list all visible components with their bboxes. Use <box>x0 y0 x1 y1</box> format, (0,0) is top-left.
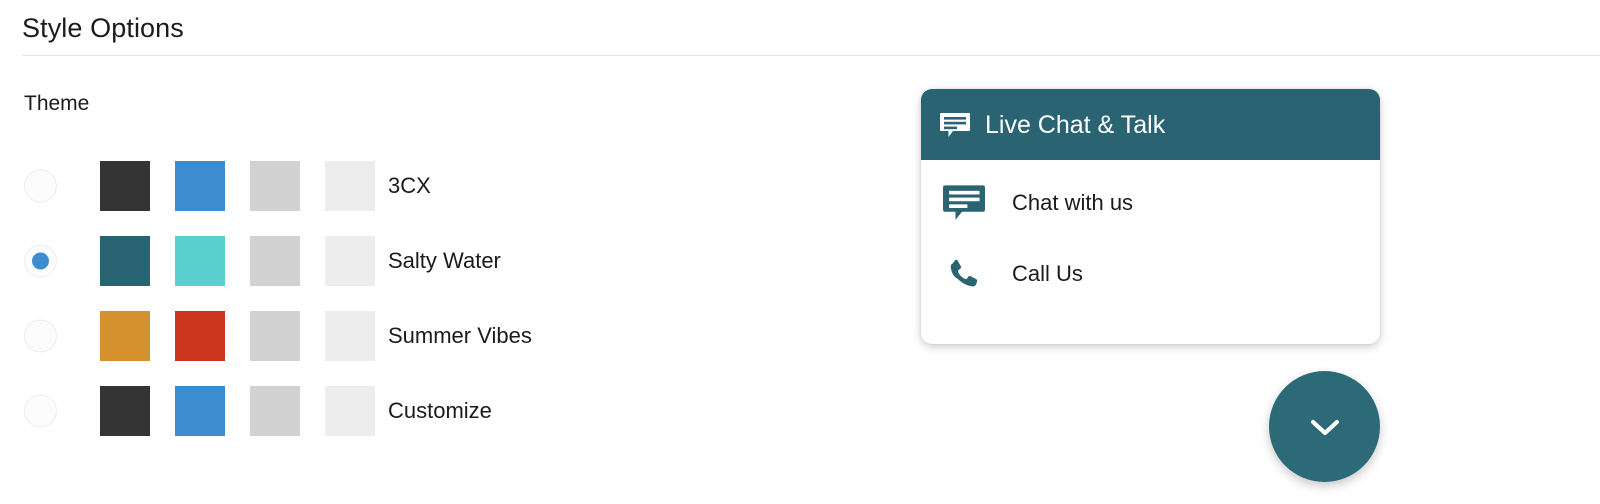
color-swatch-primary <box>100 235 150 286</box>
chat-toggle-button[interactable] <box>1269 371 1380 482</box>
theme-name-label: Salty Water <box>388 247 501 273</box>
theme-radio-summer-vibes[interactable] <box>24 319 57 352</box>
color-swatch-background[interactable] <box>325 385 375 436</box>
theme-section-label: Theme <box>24 92 90 115</box>
theme-option-row[interactable]: Customize <box>0 373 800 448</box>
color-swatch-neutral[interactable] <box>250 385 300 436</box>
chat-bubble-icon <box>941 180 987 226</box>
chat-bubble-icon <box>939 110 971 142</box>
theme-swatch-group <box>100 160 375 211</box>
color-swatch-background <box>325 235 375 286</box>
theme-radio-customize[interactable] <box>24 394 57 427</box>
theme-swatch-group <box>100 235 375 286</box>
page-title: Style Options <box>22 13 184 43</box>
theme-option-row[interactable]: Salty Water <box>0 223 800 298</box>
color-swatch-primary[interactable] <box>100 385 150 436</box>
theme-name-label: Customize <box>388 397 492 423</box>
phone-icon <box>941 255 987 293</box>
theme-name-label: 3CX <box>388 172 431 198</box>
chat-with-us-item[interactable]: Chat with us <box>921 167 1380 238</box>
color-swatch-neutral <box>250 310 300 361</box>
radio-dot <box>32 252 49 269</box>
color-swatch-background <box>325 310 375 361</box>
color-swatch-primary <box>100 310 150 361</box>
live-chat-panel-title: Live Chat & Talk <box>985 110 1166 139</box>
color-swatch-neutral <box>250 235 300 286</box>
color-swatch-accent <box>175 310 225 361</box>
theme-swatch-group <box>100 310 375 361</box>
theme-radio-3cx[interactable] <box>24 169 57 202</box>
color-swatch-accent <box>175 235 225 286</box>
chat-with-us-label: Chat with us <box>1012 189 1134 215</box>
call-us-label: Call Us <box>1012 260 1083 286</box>
theme-option-row[interactable]: Summer Vibes <box>0 298 800 373</box>
theme-radio-salty-water[interactable] <box>24 244 57 277</box>
theme-swatch-group <box>100 385 375 436</box>
color-swatch-primary <box>100 160 150 211</box>
color-swatch-background <box>325 160 375 211</box>
theme-option-list: 3CX Salty Water Summer Vibes Customize <box>0 148 800 448</box>
color-swatch-accent <box>175 160 225 211</box>
chevron-down-icon <box>1301 403 1349 451</box>
color-swatch-accent[interactable] <box>175 385 225 436</box>
color-swatch-neutral <box>250 160 300 211</box>
call-us-item[interactable]: Call Us <box>921 238 1380 309</box>
title-divider <box>22 55 1600 56</box>
live-chat-panel-body: Chat with us Call Us <box>921 160 1380 309</box>
live-chat-panel-header: Live Chat & Talk <box>921 89 1380 160</box>
style-options-page: Style Options Theme 3CX Salty Water Summ… <box>0 0 1600 504</box>
theme-name-label: Summer Vibes <box>388 322 532 348</box>
theme-option-row[interactable]: 3CX <box>0 148 800 223</box>
live-chat-panel: Live Chat & Talk Chat with us Call Us <box>921 89 1380 344</box>
